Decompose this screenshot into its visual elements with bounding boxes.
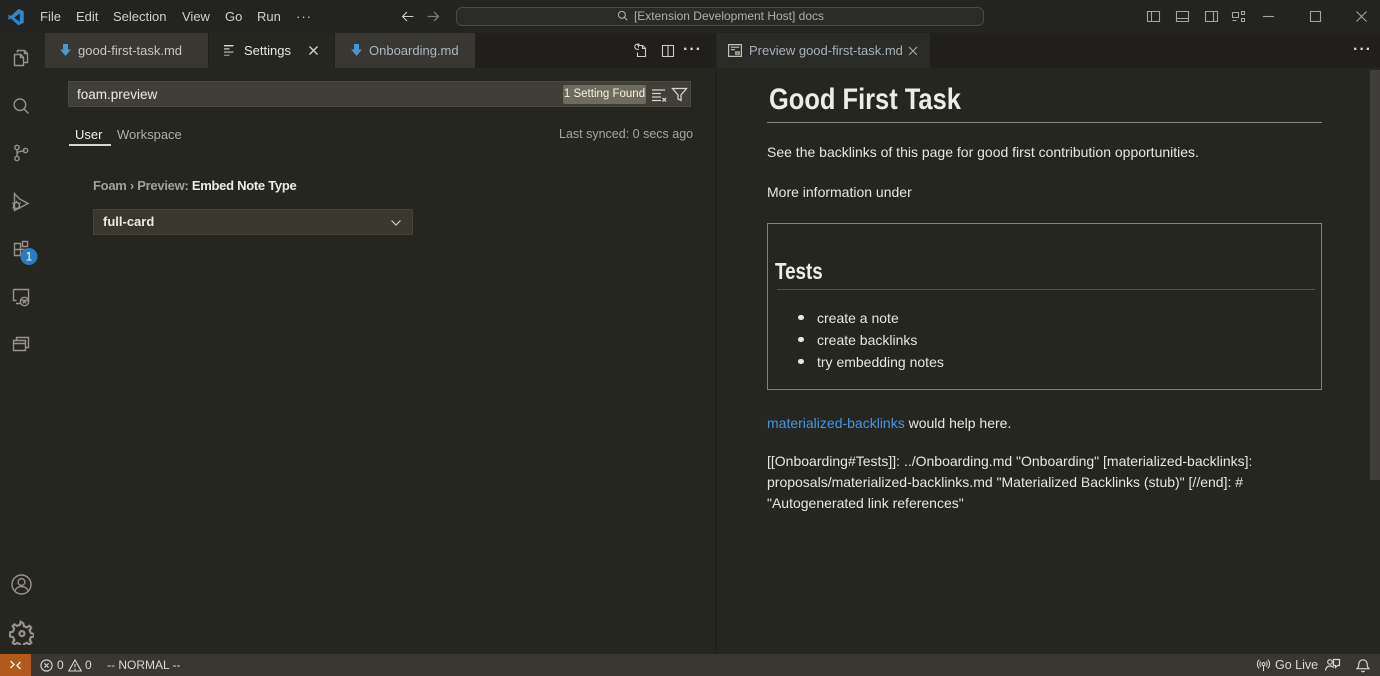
svg-text:1: 1 <box>26 252 32 264</box>
